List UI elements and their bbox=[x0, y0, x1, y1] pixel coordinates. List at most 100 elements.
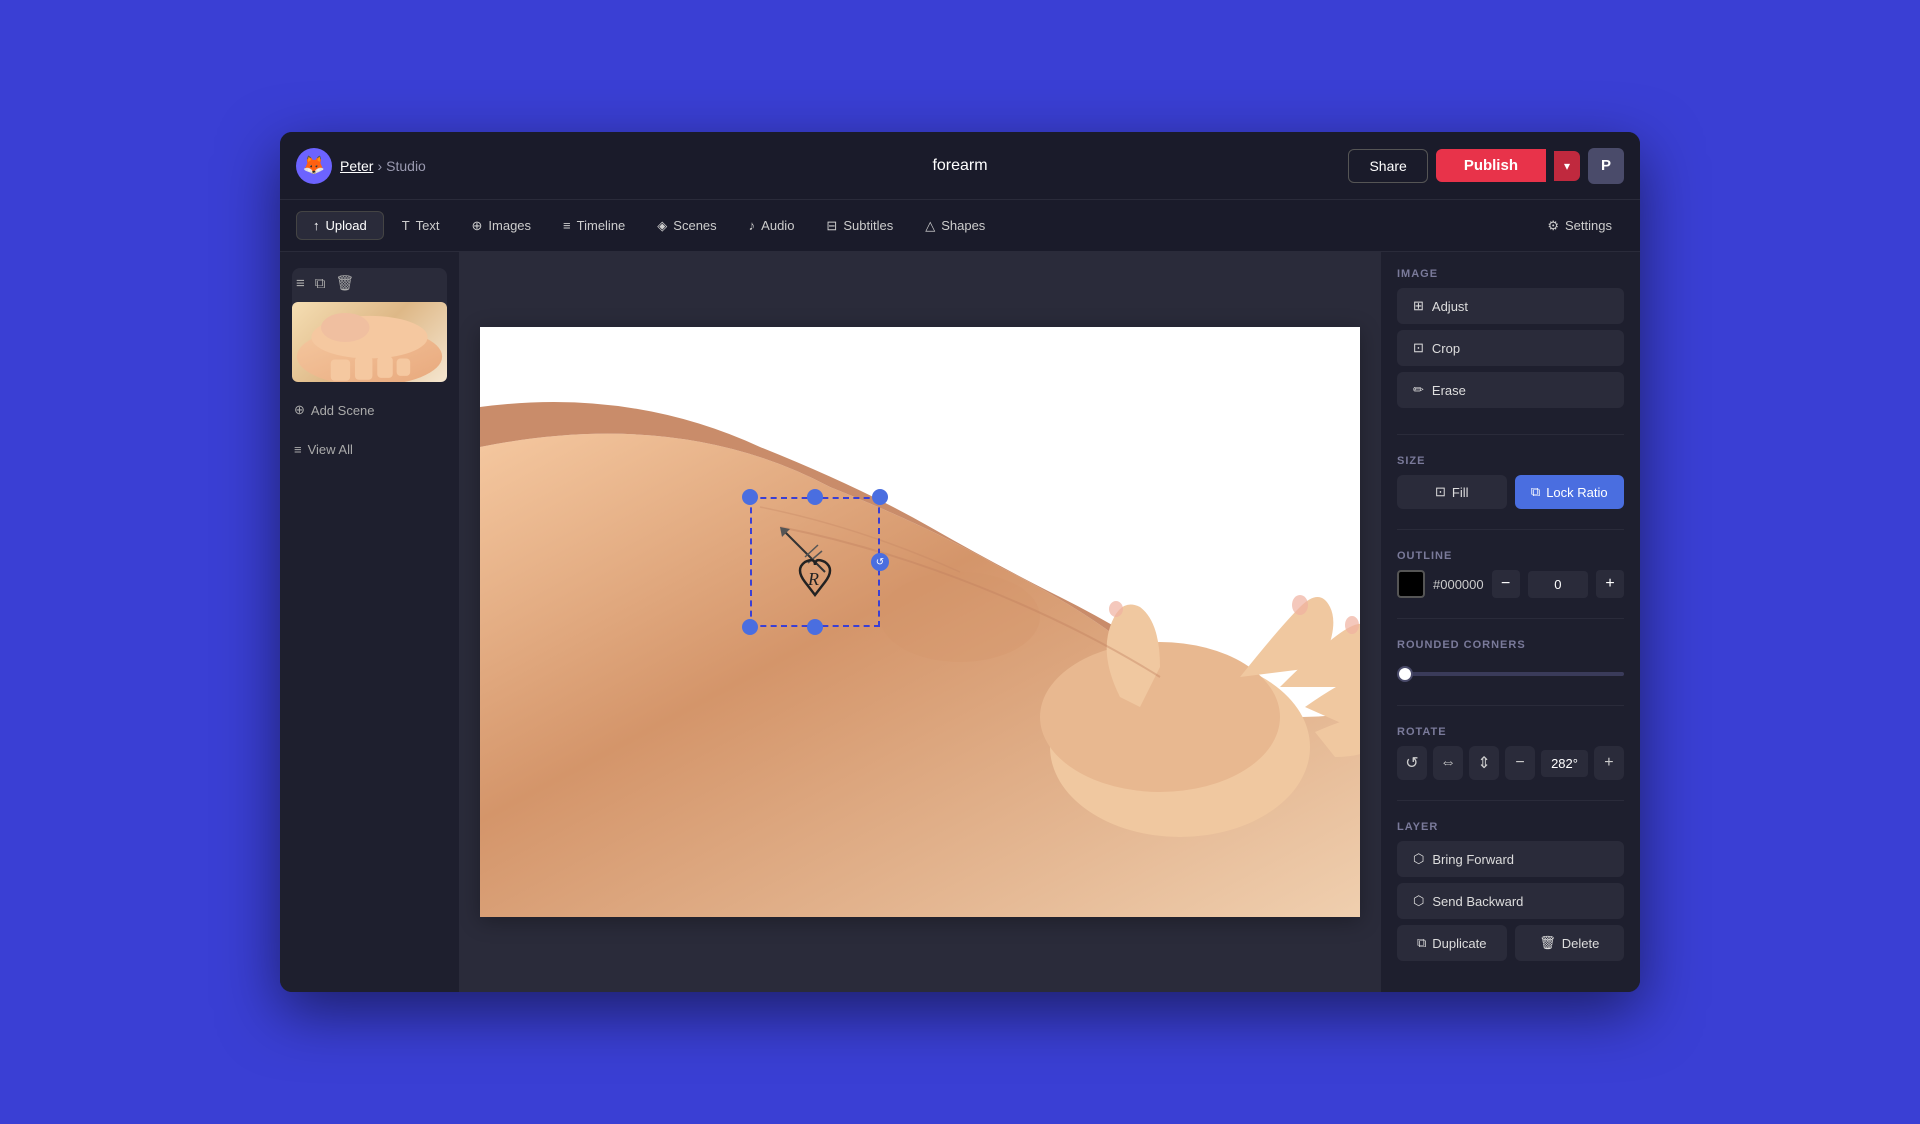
handle-rotate[interactable]: ↺ bbox=[871, 553, 889, 571]
app-window: 🦊 Peter › Studio forearm Share Publish ▾… bbox=[280, 132, 1640, 992]
delete-button[interactable]: 🗑 Delete bbox=[1515, 925, 1625, 961]
erase-icon: ✏ bbox=[1413, 382, 1424, 398]
outline-value: 0 bbox=[1528, 571, 1588, 598]
timeline-icon: ≡ bbox=[563, 218, 571, 233]
lock-ratio-label: Lock Ratio bbox=[1546, 485, 1607, 500]
top-bar: 🦊 Peter › Studio forearm Share Publish ▾… bbox=[280, 132, 1640, 200]
size-section-label: SIZE bbox=[1397, 455, 1624, 467]
add-scene-label: Add Scene bbox=[311, 403, 375, 418]
top-bar-left: 🦊 Peter › Studio bbox=[296, 148, 739, 184]
flip-horizontal-button[interactable]: ⇔ bbox=[1433, 746, 1463, 780]
upload-label: Upload bbox=[326, 218, 367, 233]
toolbar: ↑ Upload T Text ⊕ Images ≡ Timeline ◈ Sc… bbox=[280, 200, 1640, 252]
rounded-corners-slider[interactable] bbox=[1397, 672, 1624, 676]
scene-actions: ≡ ⧉ 🗑 bbox=[292, 268, 447, 298]
top-bar-right: Share Publish ▾ P bbox=[1181, 148, 1624, 184]
scene-copy-button[interactable]: ⧉ bbox=[313, 272, 328, 294]
timeline-button[interactable]: ≡ Timeline bbox=[549, 212, 639, 239]
upload-button[interactable]: ↑ Upload bbox=[296, 211, 384, 240]
scene-reorder-button[interactable]: ≡ bbox=[294, 272, 307, 294]
divider-2 bbox=[1397, 529, 1624, 530]
subtitles-button[interactable]: ⊟ Subtitles bbox=[812, 212, 907, 240]
user-link[interactable]: Peter bbox=[340, 158, 373, 174]
crop-icon: ⊡ bbox=[1413, 340, 1424, 356]
rotate-row: ↺ ⇔ ⇕ − 282° + bbox=[1397, 746, 1624, 780]
publish-dropdown-button[interactable]: ▾ bbox=[1554, 151, 1580, 181]
action-row: ⧉ Duplicate 🗑 Delete bbox=[1397, 925, 1624, 961]
canvas-area[interactable]: R ↺ bbox=[460, 252, 1380, 992]
top-bar-center: forearm bbox=[739, 157, 1182, 175]
publish-button[interactable]: Publish bbox=[1436, 149, 1546, 182]
settings-button[interactable]: ⚙ Settings bbox=[1535, 212, 1624, 240]
rotate-value: 282° bbox=[1541, 750, 1588, 777]
audio-button[interactable]: ♪ Audio bbox=[735, 212, 809, 239]
scene-thumb-preview bbox=[292, 302, 447, 382]
outline-decrease-button[interactable]: − bbox=[1492, 570, 1520, 598]
lock-ratio-icon: ⧉ bbox=[1531, 484, 1540, 500]
right-panel: IMAGE ⊞ Adjust ⊡ Crop ✏ Erase SIZE bbox=[1380, 252, 1640, 992]
outline-section: OUTLINE #000000 − 0 + bbox=[1397, 550, 1624, 598]
handle-bottom-left[interactable] bbox=[742, 619, 758, 635]
rotate-decrease-button[interactable]: − bbox=[1505, 746, 1535, 780]
erase-button[interactable]: ✏ Erase bbox=[1397, 372, 1624, 408]
image-section-label: IMAGE bbox=[1397, 268, 1624, 280]
delete-label: Delete bbox=[1562, 936, 1600, 951]
handle-top-left[interactable] bbox=[742, 489, 758, 505]
outline-increase-button[interactable]: + bbox=[1596, 570, 1624, 598]
text-label: Text bbox=[416, 218, 440, 233]
handle-top-right[interactable] bbox=[872, 489, 888, 505]
send-backward-icon: ⬡ bbox=[1413, 893, 1424, 909]
breadcrumb-separator: › bbox=[377, 158, 382, 174]
upload-icon: ↑ bbox=[313, 218, 320, 233]
rotate-section: ROTATE ↺ ⇔ ⇕ − 282° + bbox=[1397, 726, 1624, 780]
divider-3 bbox=[1397, 618, 1624, 619]
scenes-label: Scenes bbox=[673, 218, 716, 233]
tattoo-element[interactable]: R ↺ bbox=[740, 487, 890, 637]
audio-label: Audio bbox=[761, 218, 794, 233]
settings-label: Settings bbox=[1565, 218, 1612, 233]
adjust-button[interactable]: ⊞ Adjust bbox=[1397, 288, 1624, 324]
scenes-icon: ◈ bbox=[657, 218, 667, 234]
add-scene-button[interactable]: ⊕ Add Scene bbox=[292, 398, 447, 422]
rotate-ccw-button[interactable]: ↺ bbox=[1397, 746, 1427, 780]
view-all-button[interactable]: ≡ View All bbox=[292, 438, 447, 461]
scenes-button[interactable]: ◈ Scenes bbox=[643, 212, 730, 240]
background-image bbox=[480, 327, 1360, 917]
crop-button[interactable]: ⊡ Crop bbox=[1397, 330, 1624, 366]
subtitles-label: Subtitles bbox=[843, 218, 893, 233]
outline-color-swatch[interactable] bbox=[1397, 570, 1425, 598]
project-title: forearm bbox=[932, 157, 987, 175]
rounded-corners-section: ROUNDED CORNERS bbox=[1397, 639, 1624, 685]
shapes-icon: △ bbox=[925, 218, 935, 234]
slider-container bbox=[1397, 659, 1624, 685]
flip-vertical-button[interactable]: ⇕ bbox=[1469, 746, 1499, 780]
send-backward-button[interactable]: ⬡ Send Backward bbox=[1397, 883, 1624, 919]
send-backward-label: Send Backward bbox=[1432, 894, 1523, 909]
bring-forward-button[interactable]: ⬡ Bring Forward bbox=[1397, 841, 1624, 877]
view-all-icon: ≡ bbox=[294, 442, 302, 457]
user-initial-button[interactable]: P bbox=[1588, 148, 1624, 184]
tattoo-svg: R bbox=[760, 507, 870, 617]
rotate-increase-button[interactable]: + bbox=[1594, 746, 1624, 780]
handle-top-mid[interactable] bbox=[807, 489, 823, 505]
subtitles-icon: ⊟ bbox=[826, 218, 837, 234]
text-button[interactable]: T Text bbox=[388, 212, 454, 239]
scene-delete-button[interactable]: 🗑 bbox=[333, 272, 356, 294]
scene-thumbnail[interactable] bbox=[292, 302, 447, 382]
lock-ratio-button[interactable]: ⧉ Lock Ratio bbox=[1515, 475, 1625, 509]
divider-5 bbox=[1397, 800, 1624, 801]
images-button[interactable]: ⊕ Images bbox=[458, 212, 546, 240]
share-button[interactable]: Share bbox=[1348, 149, 1427, 183]
images-icon: ⊕ bbox=[472, 218, 483, 234]
duplicate-button[interactable]: ⧉ Duplicate bbox=[1397, 925, 1507, 961]
fill-button[interactable]: ⊡ Fill bbox=[1397, 475, 1507, 509]
shapes-button[interactable]: △ Shapes bbox=[911, 212, 999, 240]
handle-bottom-mid[interactable] bbox=[807, 619, 823, 635]
canvas[interactable]: R ↺ bbox=[480, 327, 1360, 917]
svg-text:R: R bbox=[807, 569, 819, 589]
duplicate-icon: ⧉ bbox=[1417, 935, 1426, 951]
divider-4 bbox=[1397, 705, 1624, 706]
divider-1 bbox=[1397, 434, 1624, 435]
main-content: ≡ ⧉ 🗑 bbox=[280, 252, 1640, 992]
adjust-icon: ⊞ bbox=[1413, 298, 1424, 314]
